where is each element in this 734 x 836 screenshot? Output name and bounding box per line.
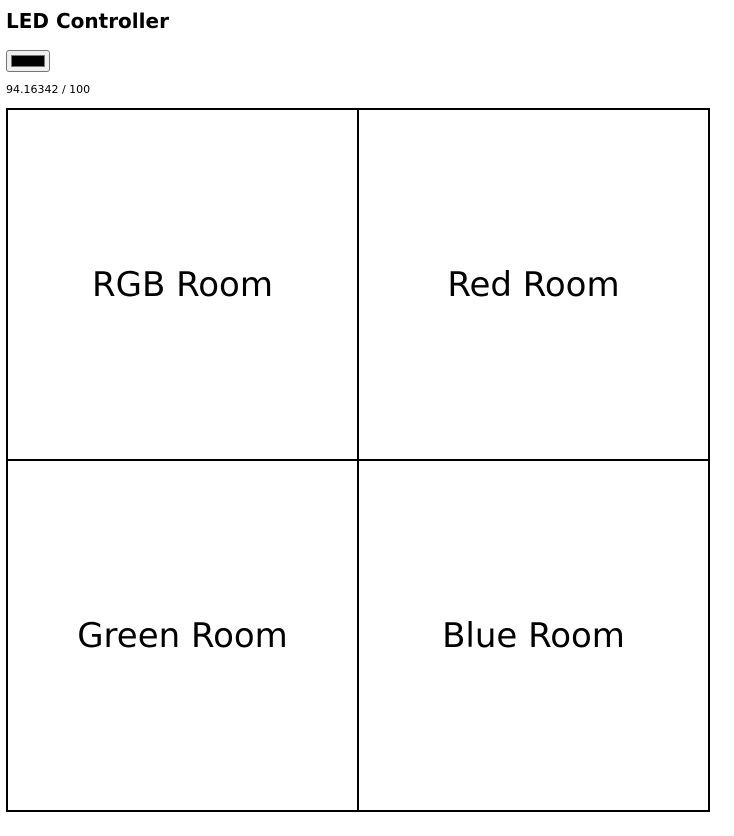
room-label: Red Room	[447, 264, 620, 305]
room-tile-rgb[interactable]: RGB Room	[6, 108, 359, 461]
room-tile-red[interactable]: Red Room	[357, 108, 710, 461]
page-title: LED Controller	[6, 9, 169, 33]
room-tile-blue[interactable]: Blue Room	[357, 459, 710, 812]
brightness-readout: 94.16342 / 100	[6, 83, 91, 96]
room-label: Blue Room	[442, 615, 625, 656]
room-grid: RGB Room Red Room Green Room Blue Room	[6, 108, 712, 814]
room-label: RGB Room	[92, 264, 273, 305]
room-label: Green Room	[77, 615, 288, 656]
color-swatch-fill	[11, 55, 45, 67]
color-picker-button[interactable]	[6, 50, 50, 72]
room-tile-green[interactable]: Green Room	[6, 459, 359, 812]
